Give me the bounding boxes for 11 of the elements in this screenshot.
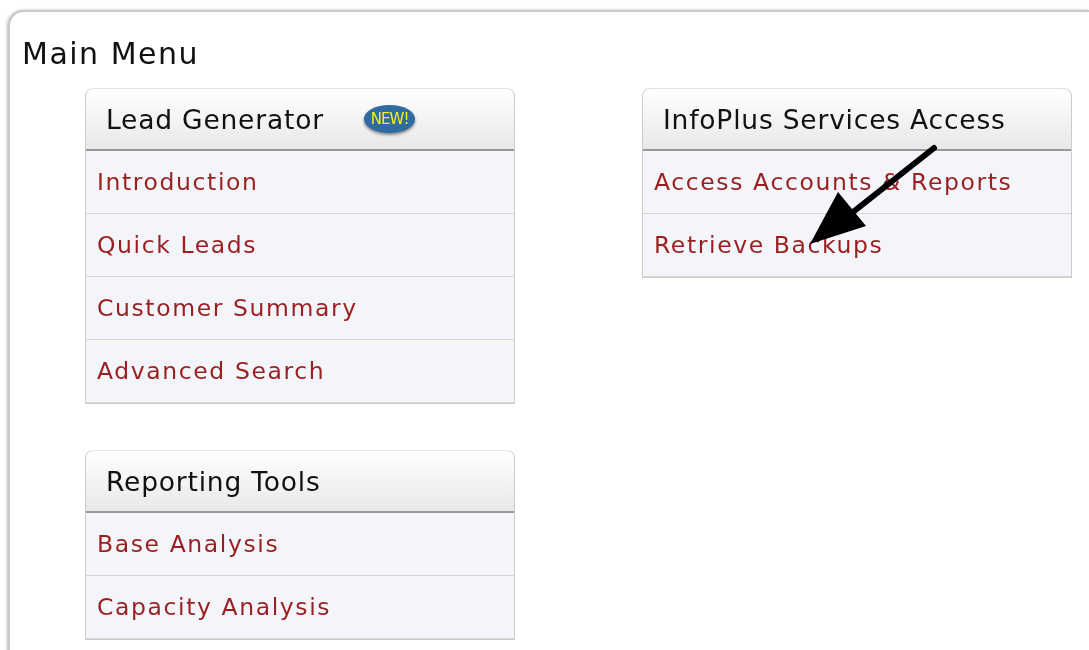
menu-link[interactable]: Base Analysis [86,513,514,576]
menu-title: Lead Generator [106,103,324,135]
page-title: Main Menu [21,35,201,70]
menu-title: InfoPlus Services Access [663,103,1006,135]
menu-link[interactable]: Introduction [86,151,514,214]
new-badge: NEW! [363,105,416,133]
menu-link[interactable]: Quick Leads [86,214,514,277]
menu-title: Reporting Tools [106,465,321,497]
menu-link[interactable]: Capacity Analysis [86,576,514,639]
menu-link[interactable]: Advanced Search [86,340,514,403]
menu-link[interactable]: Customer Summary [86,277,514,340]
